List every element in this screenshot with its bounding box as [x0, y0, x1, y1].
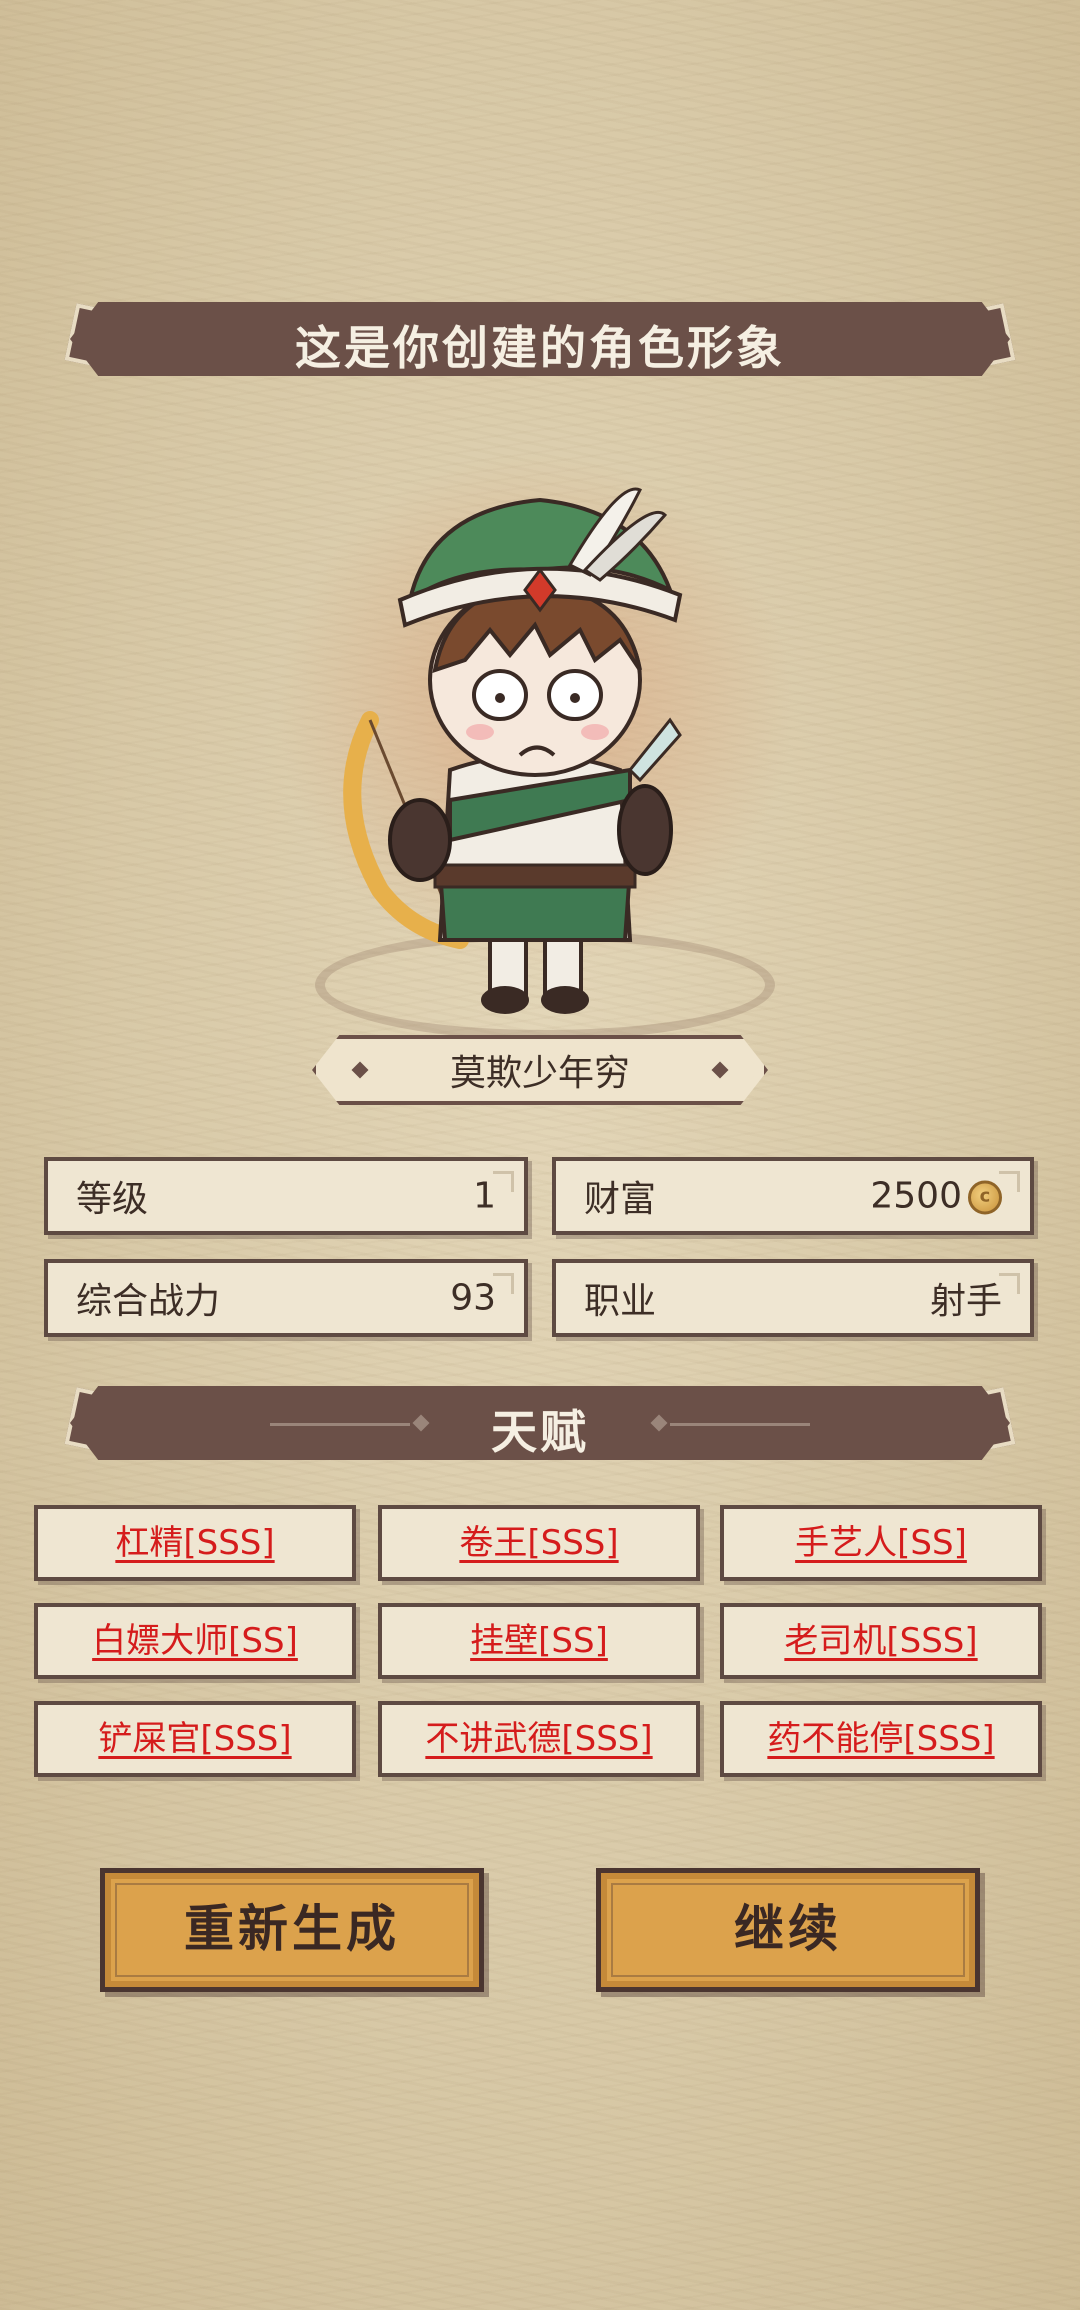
title-ribbon: 这是你创建的角色形象 [70, 302, 1010, 376]
talent-section-title: 天赋 [491, 1405, 589, 1459]
stat-level: 等级 1 [44, 1157, 528, 1235]
stat-wealth-value-wrap: 2500 c [870, 1176, 1002, 1217]
stat-power: 综合战力 93 [44, 1259, 528, 1337]
talent-item[interactable]: 白嫖大师[SS] [34, 1603, 356, 1679]
coin-icon: c [968, 1180, 1002, 1215]
stat-power-label: 综合战力 [76, 1281, 221, 1322]
stat-wealth: 财富 2500 c [552, 1157, 1034, 1235]
talent-item[interactable]: 卷王[SSS] [378, 1505, 700, 1581]
stat-level-label: 等级 [76, 1179, 149, 1220]
talent-item[interactable]: 手艺人[SS] [720, 1505, 1042, 1581]
regenerate-button[interactable]: 重新生成 [100, 1868, 484, 1992]
continue-button[interactable]: 继续 [596, 1868, 980, 1992]
character-name-plate: 莫欺少年穷 [312, 1035, 768, 1105]
stat-class: 职业 射手 [552, 1259, 1034, 1337]
stat-power-value: 93 [450, 1277, 496, 1319]
stat-level-value: 1 [473, 1175, 496, 1217]
talent-item[interactable]: 不讲武德[SSS] [378, 1701, 700, 1777]
stat-class-label: 职业 [584, 1281, 657, 1322]
talent-item[interactable]: 老司机[SSS] [720, 1603, 1042, 1679]
talent-item[interactable]: 挂壁[SS] [378, 1603, 700, 1679]
stat-wealth-value: 2500 [870, 1175, 962, 1217]
character-portrait [343, 487, 683, 1014]
character-name: 莫欺少年穷 [449, 1053, 630, 1094]
talent-item[interactable]: 药不能停[SSS] [720, 1701, 1042, 1777]
page-title: 这是你创建的角色形象 [295, 321, 785, 375]
stat-class-value: 射手 [929, 1281, 1002, 1322]
talent-ribbon: 天赋 [70, 1386, 1010, 1460]
stat-wealth-label: 财富 [584, 1179, 657, 1220]
talent-item[interactable]: 杠精[SSS] [34, 1505, 356, 1581]
talent-item[interactable]: 铲屎官[SSS] [34, 1701, 356, 1777]
